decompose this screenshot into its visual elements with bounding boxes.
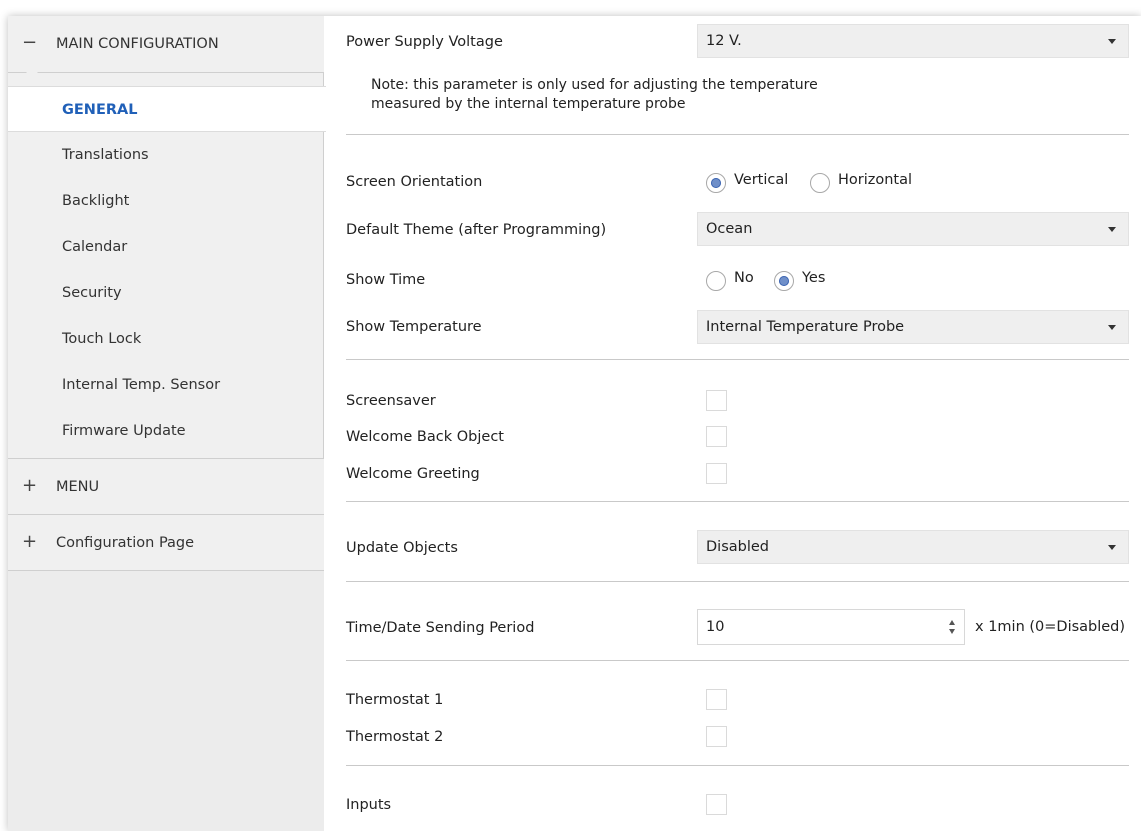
sidebar: − MAIN CONFIGURATION GENERAL Translation… xyxy=(8,16,326,831)
chevron-down-icon xyxy=(1108,545,1116,550)
note-line: measured by the internal temperature pro… xyxy=(371,96,686,112)
app-window: − MAIN CONFIGURATION GENERAL Translation… xyxy=(8,16,1141,831)
welcome-greeting-checkbox[interactable] xyxy=(706,463,727,484)
divider xyxy=(346,581,1129,582)
show-time-no-radio[interactable] xyxy=(706,271,726,291)
sidebar-group-main-configuration[interactable]: − MAIN CONFIGURATION xyxy=(8,16,324,78)
sidebar-item-translations[interactable]: Translations xyxy=(8,132,324,178)
select-value: 12 V. xyxy=(706,33,742,49)
time-date-sending-period-spinner[interactable] xyxy=(697,609,965,645)
note-line: Note: this parameter is only used for ad… xyxy=(371,77,818,93)
select-value: Disabled xyxy=(706,539,769,555)
sidebar-group-label: MENU xyxy=(56,479,100,495)
welcome-greeting-label: Welcome Greeting xyxy=(346,466,480,482)
thermostat-1-label: Thermostat 1 xyxy=(346,692,444,708)
show-time-yes-label[interactable]: Yes xyxy=(802,270,825,286)
sidebar-item-calendar[interactable]: Calendar xyxy=(8,224,324,270)
sidebar-item-firmware-update[interactable]: Firmware Update xyxy=(8,408,324,454)
sidebar-item-touch-lock[interactable]: Touch Lock xyxy=(8,316,324,362)
chevron-down-icon xyxy=(1108,227,1116,232)
divider xyxy=(346,765,1129,766)
divider xyxy=(346,134,1129,135)
horizontal-radio[interactable] xyxy=(810,173,830,193)
update-objects-label: Update Objects xyxy=(346,540,458,556)
select-value: Ocean xyxy=(706,221,753,237)
default-theme-label: Default Theme (after Programming) xyxy=(346,222,607,238)
sidebar-item-backlight[interactable]: Backlight xyxy=(8,178,324,224)
inputs-checkbox[interactable] xyxy=(706,794,727,815)
default-theme-select[interactable]: Ocean xyxy=(697,212,1129,246)
sidebar-group-menu[interactable]: + MENU xyxy=(8,458,324,515)
sidebar-group-configuration-page[interactable]: + Configuration Page xyxy=(8,515,324,572)
parameter-panel: Power Supply Voltage 12 V. Note: this pa… xyxy=(324,16,1141,831)
welcome-back-object-checkbox[interactable] xyxy=(706,426,727,447)
minus-icon[interactable]: − xyxy=(22,32,37,53)
divider xyxy=(346,359,1129,360)
sidebar-empty-area xyxy=(8,570,324,831)
update-objects-select[interactable]: Disabled xyxy=(697,530,1129,564)
time-date-sending-period-input[interactable] xyxy=(698,610,938,644)
power-supply-voltage-label: Power Supply Voltage xyxy=(346,34,503,50)
inputs-label: Inputs xyxy=(346,797,392,813)
screensaver-label: Screensaver xyxy=(346,393,436,409)
sidebar-group-label: MAIN CONFIGURATION xyxy=(56,36,219,52)
horizontal-radio-label[interactable]: Horizontal xyxy=(838,172,912,188)
power-supply-voltage-select[interactable]: 12 V. xyxy=(697,24,1129,58)
thermostat-1-checkbox[interactable] xyxy=(706,689,727,710)
note-text: Note: this parameter is only used for ad… xyxy=(371,76,818,114)
thermostat-2-checkbox[interactable] xyxy=(706,726,727,747)
welcome-back-object-label: Welcome Back Object xyxy=(346,429,504,445)
show-temperature-select[interactable]: Internal Temperature Probe xyxy=(697,310,1129,344)
vertical-radio[interactable] xyxy=(706,173,726,193)
chevron-down-icon xyxy=(1108,325,1116,330)
divider xyxy=(346,660,1129,661)
show-temperature-label: Show Temperature xyxy=(346,319,482,335)
select-value: Internal Temperature Probe xyxy=(706,319,905,335)
group-pointer-icon xyxy=(26,72,38,78)
spin-up-icon[interactable] xyxy=(949,620,955,625)
show-time-no-label[interactable]: No xyxy=(734,270,754,286)
time-date-sending-period-unit: x 1min (0=Disabled) xyxy=(975,619,1126,635)
chevron-down-icon xyxy=(1108,39,1116,44)
show-time-yes-radio[interactable] xyxy=(774,271,794,291)
vertical-radio-label[interactable]: Vertical xyxy=(734,172,788,188)
plus-icon[interactable]: + xyxy=(22,475,37,496)
sidebar-item-security[interactable]: Security xyxy=(8,270,324,316)
screen-orientation-label: Screen Orientation xyxy=(346,174,483,190)
screensaver-checkbox[interactable] xyxy=(706,390,727,411)
plus-icon[interactable]: + xyxy=(22,531,37,552)
show-time-label: Show Time xyxy=(346,272,426,288)
thermostat-2-label: Thermostat 2 xyxy=(346,729,444,745)
time-date-sending-period-label: Time/Date Sending Period xyxy=(346,620,535,636)
divider xyxy=(346,501,1129,502)
spin-down-icon[interactable] xyxy=(949,629,955,634)
sidebar-item-internal-temp-sensor[interactable]: Internal Temp. Sensor xyxy=(8,362,324,408)
sidebar-group-label: Configuration Page xyxy=(56,535,195,551)
sidebar-item-general[interactable]: GENERAL xyxy=(8,86,326,132)
